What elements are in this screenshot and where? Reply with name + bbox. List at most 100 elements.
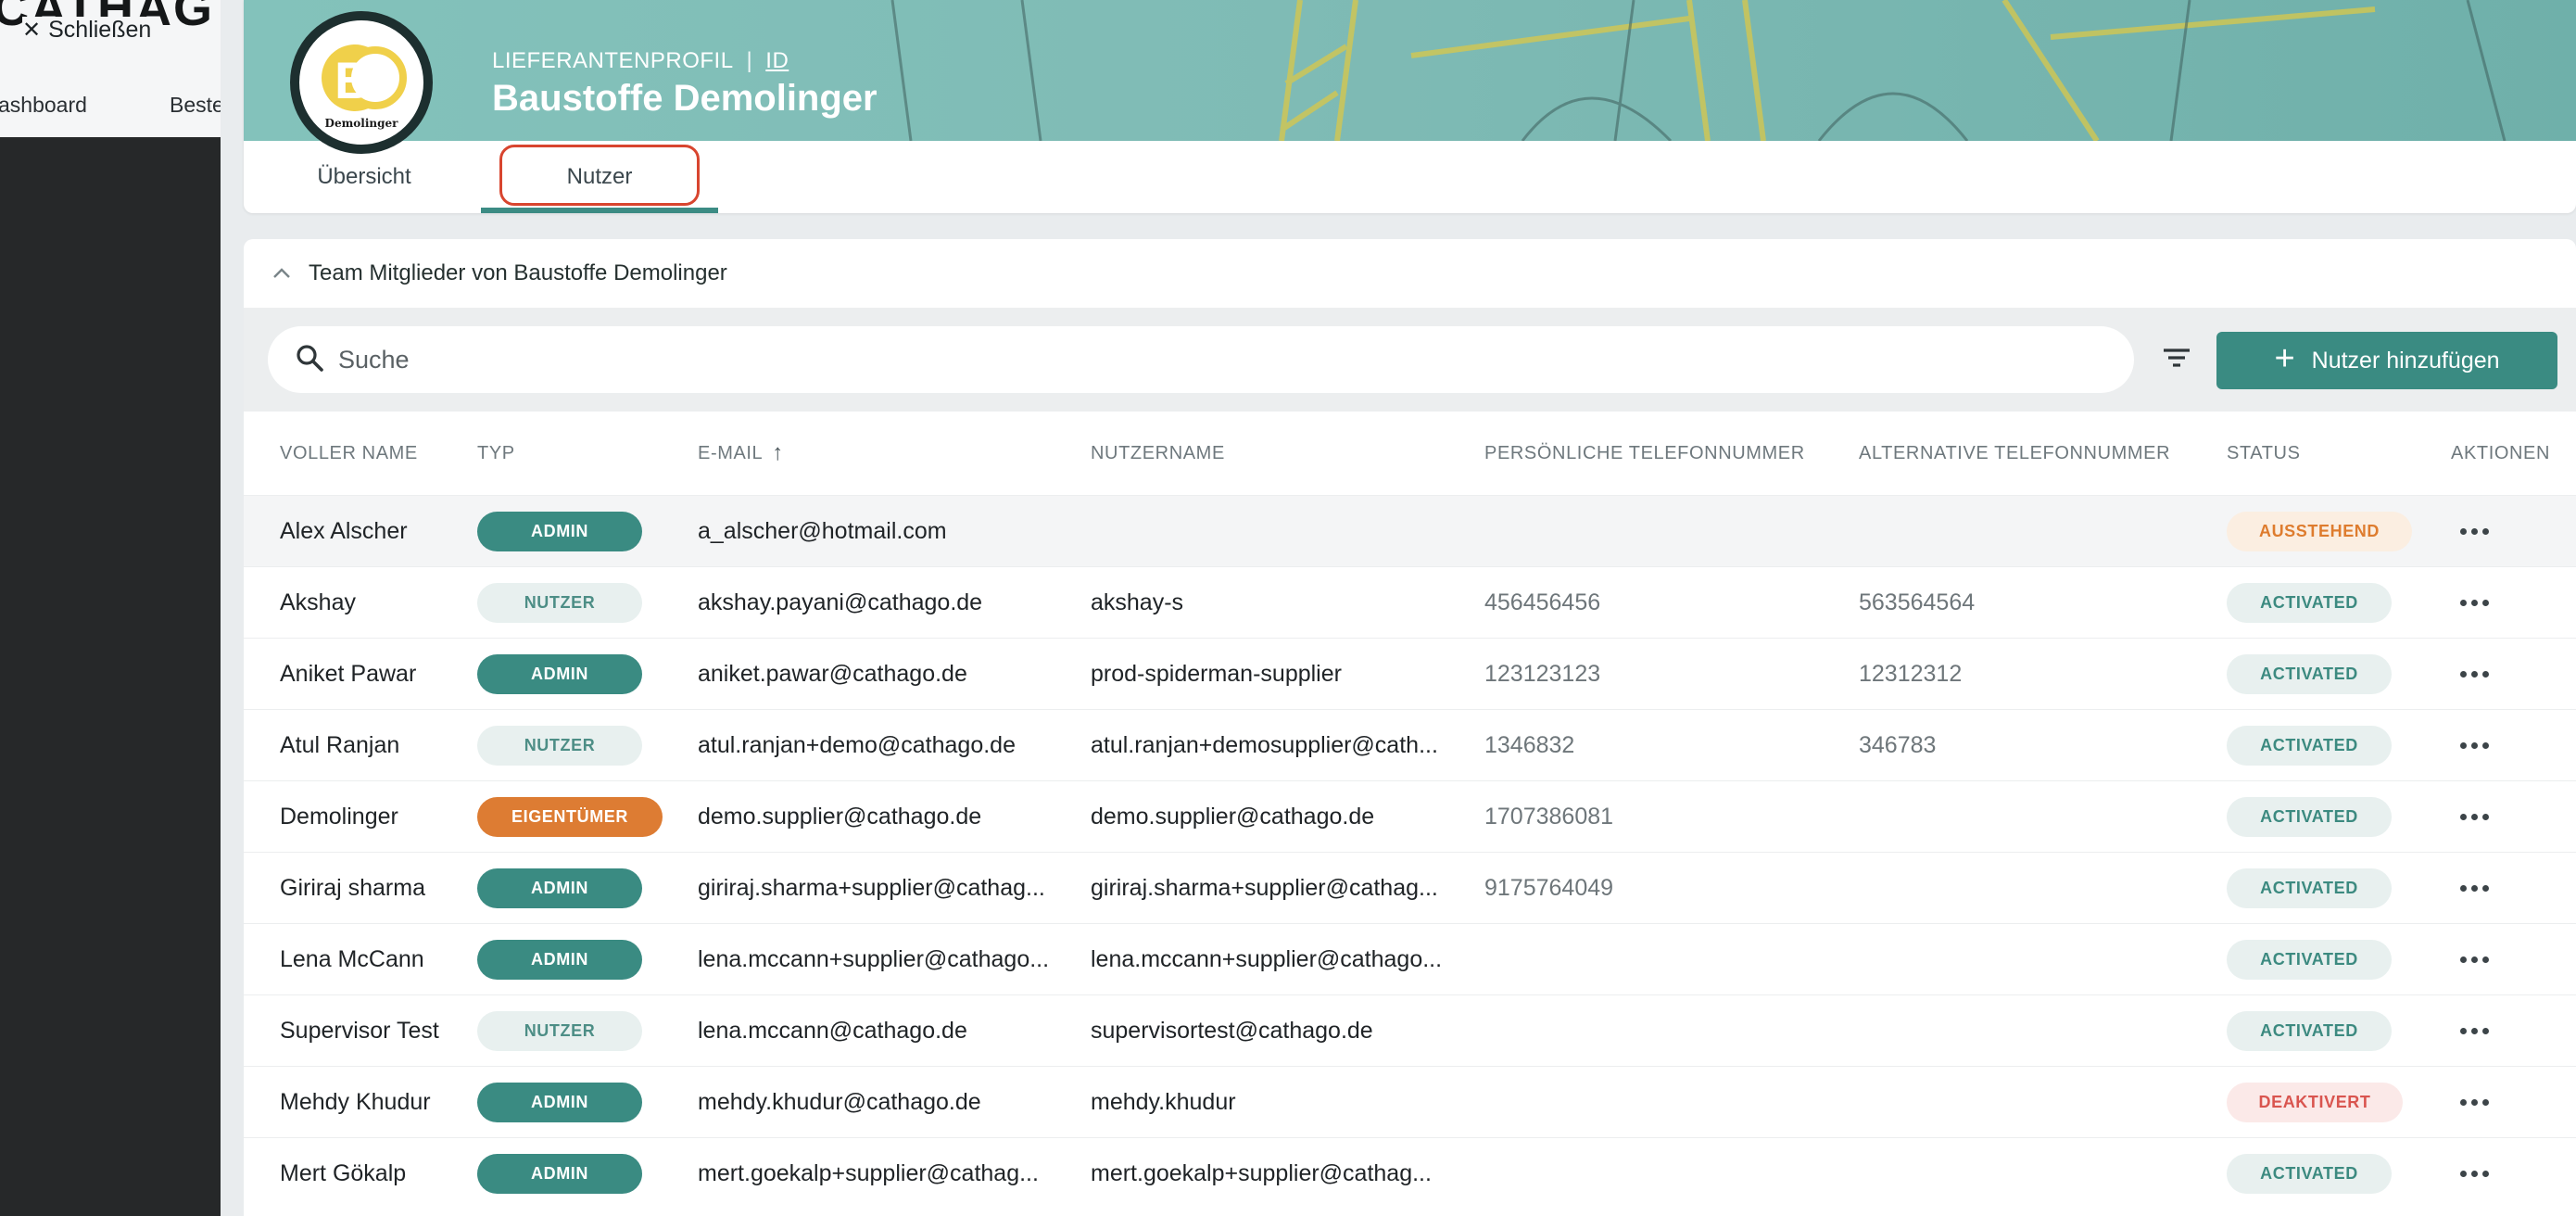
cell-alt-phone: [1859, 995, 2192, 1066]
chevron-up-icon[interactable]: [271, 267, 309, 280]
cell-username: [1091, 496, 1452, 566]
table-row[interactable]: Lena McCann ADMIN lena.mccann+supplier@cat…: [244, 923, 2576, 994]
search-box[interactable]: [268, 326, 2134, 393]
column-header-email[interactable]: E-MAIL ↑: [698, 412, 784, 495]
more-horizontal-icon[interactable]: [2453, 659, 2495, 689]
more-horizontal-icon[interactable]: [2453, 944, 2495, 974]
column-header-phone-label: PERSÖNLICHE TELEFONNUMMER: [1484, 442, 1805, 463]
more-horizontal-icon[interactable]: [2453, 802, 2495, 831]
supplier-profile-panel: B Demolinger LIEFERANTENPROFIL | ID Baus…: [244, 0, 2576, 1216]
cell-phone: [1484, 1138, 1818, 1209]
cell-alt-phone: [1859, 1138, 2192, 1209]
cell-username: atul.ranjan+demosupplier@cath...: [1091, 731, 1438, 758]
table-header: VOLLER NAME TYP E-MAIL ↑ NUTZERNAME PERSÖ…: [244, 412, 2576, 495]
cell-username: prod-spiderman-supplier: [1091, 660, 1342, 687]
profile-tabs: Übersicht Nutzer: [244, 141, 2576, 213]
cell-email: mert.goekalp+supplier@cathag...: [698, 1159, 1039, 1186]
table-toolbar: + Nutzer hinzufügen: [244, 308, 2576, 412]
table-row[interactable]: Giriraj sharma ADMIN giriraj.sharma+suppli…: [244, 852, 2576, 923]
table-row[interactable]: Supervisor Test NUTZER lena.mccann@cathago…: [244, 994, 2576, 1066]
column-header-phone[interactable]: PERSÖNLICHE TELEFONNUMMER: [1484, 412, 1805, 495]
cell-full-name: Demolinger: [280, 803, 398, 830]
section-header[interactable]: Team Mitglieder von Baustoffe Demolinger: [244, 239, 2576, 308]
cell-email: atul.ranjan+demo@cathago.de: [698, 731, 1016, 758]
more-horizontal-icon[interactable]: [2453, 1159, 2495, 1188]
type-badge: NUTZER: [477, 726, 642, 766]
cell-username: demo.supplier@cathago.de: [1091, 803, 1375, 830]
more-horizontal-icon[interactable]: [2453, 1087, 2495, 1117]
cell-phone: 1346832: [1484, 731, 1575, 758]
cell-alt-phone: [1859, 781, 2192, 852]
search-icon: [296, 344, 323, 376]
cell-alt-phone: 346783: [1859, 731, 1937, 758]
column-header-username-label: NUTZERNAME: [1091, 442, 1225, 463]
status-badge: ACTIVATED: [2227, 726, 2392, 766]
close-button[interactable]: ✕ Schließen: [22, 17, 158, 44]
table-row[interactable]: Mert Gökalp ADMIN mert.goekalp+supplier@ca…: [244, 1137, 2576, 1209]
table-row[interactable]: Alex Alscher ADMIN a_alscher@hotmail.com AU…: [244, 495, 2576, 566]
background-nav-dashboard: ashboard: [0, 93, 87, 117]
more-horizontal-icon[interactable]: [2453, 1016, 2495, 1045]
more-horizontal-icon[interactable]: [2453, 873, 2495, 903]
cell-email: akshay.payani@cathago.de: [698, 589, 983, 615]
column-header-actions: AKTIONEN: [2451, 412, 2550, 495]
tab-overview[interactable]: Übersicht: [271, 141, 457, 213]
cell-username: giriraj.sharma+supplier@cathag...: [1091, 874, 1438, 901]
cell-full-name: Aniket Pawar: [280, 660, 417, 687]
cell-alt-phone: [1859, 1067, 2192, 1137]
cell-alt-phone: [1859, 496, 2192, 566]
add-user-button[interactable]: + Nutzer hinzufügen: [2216, 332, 2557, 389]
filter-button[interactable]: [2143, 326, 2210, 393]
cell-username: mehdy.khudur: [1091, 1088, 1236, 1115]
column-header-status[interactable]: STATUS: [2227, 412, 2301, 495]
column-header-alt-phone[interactable]: ALTERNATIVE TELEFONNUMMER: [1859, 412, 2170, 495]
cell-full-name: Mehdy Khudur: [280, 1088, 431, 1115]
column-header-name[interactable]: VOLLER NAME: [280, 412, 418, 495]
column-header-email-label: E-MAIL: [698, 442, 764, 463]
table-row[interactable]: Mehdy Khudur ADMIN mehdy.khudur@cathago.de…: [244, 1066, 2576, 1137]
tab-overview-label: Übersicht: [317, 164, 411, 189]
status-badge: ACTIVATED: [2227, 797, 2392, 837]
table-row[interactable]: Atul Ranjan NUTZER atul.ranjan+demo@cathag…: [244, 709, 2576, 780]
column-header-name-label: VOLLER NAME: [280, 442, 418, 463]
cell-full-name: Atul Ranjan: [280, 731, 400, 758]
table-row[interactable]: Aniket Pawar ADMIN aniket.pawar@cathago.de…: [244, 638, 2576, 709]
section-title: Team Mitglieder von Baustoffe Demolinger: [309, 260, 727, 285]
search-input[interactable]: [338, 345, 2099, 374]
profile-kind-label: LIEFERANTENPROFIL: [492, 48, 734, 73]
table-row[interactable]: Demolinger EIGENTÜMER demo.supplier@cathag…: [244, 780, 2576, 852]
status-badge: ACTIVATED: [2227, 868, 2392, 908]
close-label: Schließen: [48, 17, 152, 43]
more-horizontal-icon[interactable]: [2453, 730, 2495, 760]
column-header-type-label: TYP: [477, 442, 515, 463]
cell-username: akshay-s: [1091, 589, 1184, 615]
status-badge: ACTIVATED: [2227, 583, 2392, 623]
tab-users[interactable]: Nutzer: [481, 141, 718, 213]
column-header-type[interactable]: TYP: [477, 412, 515, 495]
page-title: Baustoffe Demolinger: [492, 78, 878, 119]
cell-email: lena.mccann+supplier@cathago...: [698, 945, 1050, 972]
type-badge: ADMIN: [477, 654, 642, 694]
cell-username: lena.mccann+supplier@cathago...: [1091, 945, 1443, 972]
cell-full-name: Alex Alscher: [280, 517, 408, 544]
cell-email: aniket.pawar@cathago.de: [698, 660, 967, 687]
table-row[interactable]: Akshay NUTZER akshay.payani@cathago.de aksh…: [244, 566, 2576, 638]
column-header-status-label: STATUS: [2227, 442, 2301, 463]
background-nav-orders: Beste: [170, 93, 221, 117]
svg-text:B: B: [335, 51, 372, 109]
cell-email: giriraj.sharma+supplier@cathag...: [698, 874, 1045, 901]
type-badge: ADMIN: [477, 1154, 642, 1194]
type-badge: NUTZER: [477, 1011, 642, 1051]
cell-phone: 9175764049: [1484, 874, 1614, 901]
cell-full-name: Lena McCann: [280, 945, 424, 972]
status-badge: AUSSTEHEND: [2227, 512, 2412, 551]
profile-id-link[interactable]: ID: [765, 48, 789, 74]
more-horizontal-icon[interactable]: [2453, 516, 2495, 546]
cell-email: demo.supplier@cathago.de: [698, 803, 982, 830]
type-badge: ADMIN: [477, 512, 642, 551]
status-badge: ACTIVATED: [2227, 1011, 2392, 1051]
background-app-overlay: CATHAG ✕ Schließen ashboard Beste: [0, 0, 221, 1216]
column-header-username[interactable]: NUTZERNAME: [1091, 412, 1225, 495]
more-horizontal-icon[interactable]: [2453, 588, 2495, 617]
add-user-label: Nutzer hinzufügen: [2311, 347, 2500, 374]
